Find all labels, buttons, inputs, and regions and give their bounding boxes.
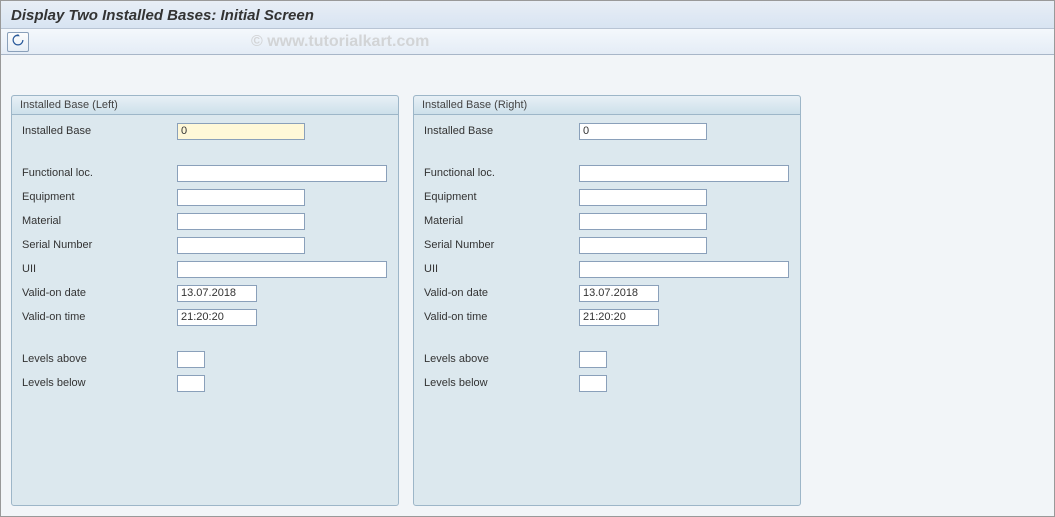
input-left-valid-on-date[interactable] [177, 285, 257, 302]
panel-left: Installed Base (Left) Installed Base Fun… [11, 95, 399, 506]
label-left-serial-number: Serial Number [22, 239, 177, 251]
label-right-levels-above: Levels above [424, 353, 579, 365]
input-left-equipment[interactable] [177, 189, 305, 206]
input-right-installed-base[interactable] [579, 123, 707, 140]
input-left-serial-number[interactable] [177, 237, 305, 254]
label-left-material: Material [22, 215, 177, 227]
input-right-functional-loc[interactable] [579, 165, 789, 182]
row-left-serial-number: Serial Number [22, 233, 388, 257]
row-right-equipment: Equipment [424, 185, 790, 209]
row-left-levels-above: Levels above [22, 347, 388, 371]
row-right-serial-number: Serial Number [424, 233, 790, 257]
label-left-levels-above: Levels above [22, 353, 177, 365]
row-right-valid-on-time: Valid-on time [424, 305, 790, 329]
row-right-installed-base: Installed Base [424, 119, 790, 143]
input-left-functional-loc[interactable] [177, 165, 387, 182]
input-left-installed-base[interactable] [177, 123, 305, 140]
input-left-material[interactable] [177, 213, 305, 230]
input-left-levels-above[interactable] [177, 351, 205, 368]
execute-icon [12, 34, 24, 49]
label-right-valid-on-time: Valid-on time [424, 311, 579, 323]
content-area: Installed Base (Left) Installed Base Fun… [1, 55, 1054, 516]
row-left-valid-on-date: Valid-on date [22, 281, 388, 305]
title-bar: Display Two Installed Bases: Initial Scr… [1, 1, 1054, 29]
label-left-valid-on-time: Valid-on time [22, 311, 177, 323]
label-right-serial-number: Serial Number [424, 239, 579, 251]
label-right-levels-below: Levels below [424, 377, 579, 389]
panel-right-header: Installed Base (Right) [414, 96, 800, 115]
row-right-levels-above: Levels above [424, 347, 790, 371]
label-right-material: Material [424, 215, 579, 227]
input-left-valid-on-time[interactable] [177, 309, 257, 326]
label-left-functional-loc: Functional loc. [22, 167, 177, 179]
label-right-uii: UII [424, 263, 579, 275]
row-right-uii: UII [424, 257, 790, 281]
label-right-valid-on-date: Valid-on date [424, 287, 579, 299]
label-right-installed-base: Installed Base [424, 125, 579, 137]
panel-right-body: Installed Base Functional loc. Equipment… [414, 115, 800, 399]
input-right-serial-number[interactable] [579, 237, 707, 254]
page-title: Display Two Installed Bases: Initial Scr… [11, 7, 1044, 24]
label-left-equipment: Equipment [22, 191, 177, 203]
input-right-equipment[interactable] [579, 189, 707, 206]
label-right-equipment: Equipment [424, 191, 579, 203]
input-left-levels-below[interactable] [177, 375, 205, 392]
row-left-installed-base: Installed Base [22, 119, 388, 143]
input-right-levels-above[interactable] [579, 351, 607, 368]
row-left-valid-on-time: Valid-on time [22, 305, 388, 329]
panel-left-body: Installed Base Functional loc. Equipment… [12, 115, 398, 399]
label-left-valid-on-date: Valid-on date [22, 287, 177, 299]
row-left-equipment: Equipment [22, 185, 388, 209]
row-left-uii: UII [22, 257, 388, 281]
spacer [22, 143, 388, 161]
label-left-installed-base: Installed Base [22, 125, 177, 137]
row-right-material: Material [424, 209, 790, 233]
panel-left-header: Installed Base (Left) [12, 96, 398, 115]
input-right-valid-on-time[interactable] [579, 309, 659, 326]
row-right-valid-on-date: Valid-on date [424, 281, 790, 305]
label-left-levels-below: Levels below [22, 377, 177, 389]
input-right-material[interactable] [579, 213, 707, 230]
execute-button[interactable] [7, 32, 29, 52]
row-right-levels-below: Levels below [424, 371, 790, 395]
label-left-uii: UII [22, 263, 177, 275]
spacer [22, 329, 388, 347]
row-right-functional-loc: Functional loc. [424, 161, 790, 185]
input-right-levels-below[interactable] [579, 375, 607, 392]
panel-right: Installed Base (Right) Installed Base Fu… [413, 95, 801, 506]
row-left-functional-loc: Functional loc. [22, 161, 388, 185]
toolbar: © www.tutorialkart.com [1, 29, 1054, 55]
label-right-functional-loc: Functional loc. [424, 167, 579, 179]
input-left-uii[interactable] [177, 261, 387, 278]
spacer [424, 143, 790, 161]
watermark-text: © www.tutorialkart.com [251, 33, 429, 51]
spacer [424, 329, 790, 347]
row-left-levels-below: Levels below [22, 371, 388, 395]
input-right-uii[interactable] [579, 261, 789, 278]
row-left-material: Material [22, 209, 388, 233]
input-right-valid-on-date[interactable] [579, 285, 659, 302]
